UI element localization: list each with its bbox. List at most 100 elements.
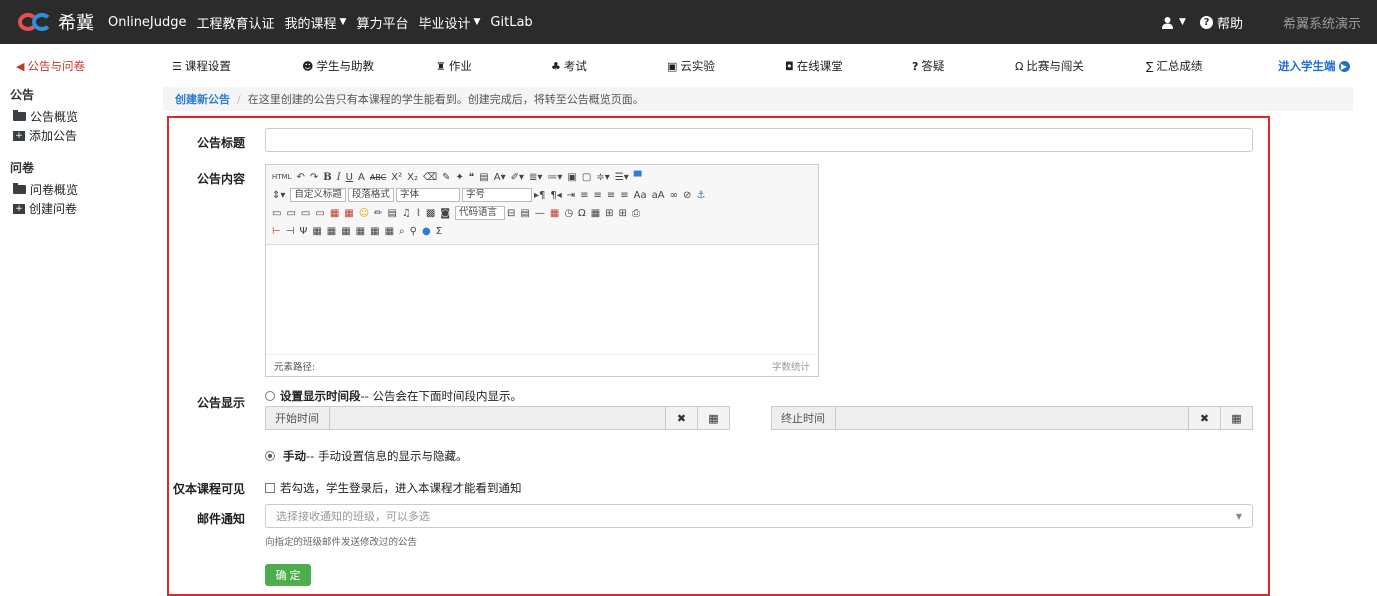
topnav-graduation-design[interactable]: 毕业设计 ▼ [418, 13, 480, 32]
user-menu[interactable]: ▼ [1161, 16, 1186, 29]
help-icon[interactable]: ● [422, 226, 431, 237]
merge-right-icon[interactable]: ▦ [312, 226, 321, 237]
unordered-list-icon[interactable]: ≔▾ [547, 172, 562, 183]
multi-image-icon[interactable]: ▦ [344, 208, 353, 219]
highlight-icon[interactable]: ✐▾ [511, 172, 524, 183]
eraser-icon[interactable]: ⌫ [423, 172, 437, 183]
link-icon[interactable]: ∞ [670, 190, 678, 201]
search-replace-icon[interactable]: ⚲ [410, 226, 417, 237]
case-lower-icon[interactable]: aA [652, 190, 665, 201]
video-icon[interactable]: ▤ [388, 208, 397, 219]
split-cols-icon[interactable]: ▦ [385, 226, 394, 237]
background-icon[interactable]: ▤ [520, 208, 529, 219]
ltr-icon[interactable]: ▸¶ [534, 190, 545, 201]
split-rows-icon[interactable]: ▦ [370, 226, 379, 237]
emoji-icon[interactable]: ☺ [359, 208, 369, 219]
start-time-clear-button[interactable]: ✖ [665, 407, 697, 429]
music-icon[interactable]: ♫ [402, 208, 411, 219]
undo-icon[interactable]: ↶ [296, 172, 304, 183]
insert-cell-before-icon[interactable]: ⊢ [272, 226, 281, 237]
scrawl-icon[interactable]: ✏ [374, 208, 382, 219]
help-link[interactable]: ? 帮助 [1199, 13, 1243, 32]
subscript-icon[interactable]: X₂ [407, 172, 418, 183]
sidebar-item-add-announcement[interactable]: + 添加公告 [0, 126, 140, 145]
title-input[interactable] [265, 128, 1253, 152]
image-right-icon[interactable]: ▭ [301, 208, 310, 219]
border-icon[interactable]: A [358, 172, 365, 183]
formula-icon[interactable]: Σ [436, 226, 442, 237]
horizontal-rule-icon[interactable]: — [535, 208, 545, 219]
tab-students-assistants[interactable]: ☻ 学生与助教 [302, 58, 374, 74]
preview-icon[interactable]: ⌕ [399, 226, 405, 237]
rtl-icon[interactable]: ¶◂ [550, 190, 561, 201]
merge-down-icon[interactable]: ▦ [327, 226, 336, 237]
tab-exam[interactable]: ♣ 考试 [551, 58, 587, 74]
tab-course-settings[interactable]: ☰ 课程设置 [172, 58, 231, 74]
paragraph-spacing-icon[interactable]: ⇕▾ [272, 190, 285, 201]
justify-icon[interactable]: ≡ [620, 190, 628, 201]
split-cell-icon[interactable]: Ψ [299, 226, 307, 237]
tab-contests[interactable]: Ω 比赛与闯关 [1015, 58, 1084, 74]
line-height-icon[interactable]: ☰▾ [615, 172, 629, 183]
demo-link[interactable]: 希翼系统演示 [1283, 13, 1361, 32]
tab-online-class[interactable]: ◘ 在线课堂 [785, 58, 843, 74]
display-period-option[interactable]: 设置显示时间段 -- 公告会在下面时间段内显示。 [265, 388, 522, 404]
course-only-checkbox[interactable] [265, 483, 275, 493]
topnav-engineering-cert[interactable]: 工程教育认证 [197, 13, 275, 32]
font-size-select[interactable]: 字号 [461, 188, 532, 202]
html-source-icon[interactable]: HTML [272, 173, 291, 181]
strikethrough-icon[interactable]: ABC [370, 173, 386, 182]
fullscreen-icon[interactable]: ▀ [634, 172, 642, 183]
display-manual-option[interactable]: 手动 -- 手动设置信息的显示与隐藏。 [265, 448, 467, 464]
tab-qa[interactable]: ? 答疑 [912, 58, 944, 74]
map-icon[interactable]: ▩ [426, 208, 435, 219]
bold-icon[interactable]: B [323, 172, 331, 183]
topnav-compute-platform[interactable]: 算力平台 [356, 13, 408, 32]
align-right-icon[interactable]: ≡ [607, 190, 615, 201]
tab-announcements[interactable]: ◀ 公告与问卷 [16, 58, 85, 74]
radio-manual[interactable] [265, 451, 275, 461]
row-spacing-icon[interactable]: ≑▾ [596, 172, 609, 183]
paste-icon[interactable]: ▤ [479, 172, 488, 183]
case-upper-icon[interactable]: Aa [634, 190, 647, 201]
superscript-icon[interactable]: X² [391, 172, 402, 183]
clear-doc-icon[interactable]: ▢ [582, 172, 591, 183]
delete-row-icon[interactable]: ▦ [341, 226, 350, 237]
underline-icon[interactable]: U [346, 172, 353, 183]
logo[interactable]: 希冀 [18, 9, 94, 35]
code-language-select[interactable]: 代码语言 [455, 206, 506, 220]
special-chars-icon[interactable]: Ω [578, 208, 586, 219]
format-brush-icon[interactable]: ✎ [442, 172, 450, 183]
print-icon[interactable]: ⎙ [632, 208, 640, 219]
email-class-select[interactable]: 选择接收通知的班级，可以多选 ▼ [265, 504, 1253, 528]
end-time-picker-button[interactable]: ▦ [1220, 407, 1252, 429]
start-time-picker-button[interactable]: ▦ [697, 407, 729, 429]
indent-icon[interactable]: ⇥ [567, 190, 575, 201]
delete-col-icon[interactable]: ▦ [356, 226, 365, 237]
align-left-icon[interactable]: ≡ [580, 190, 588, 201]
course-only-option[interactable]: 若勾选，学生登录后，进入本课程才能看到通知 [265, 480, 522, 496]
attachment-icon[interactable]: ⌇ [416, 208, 421, 219]
insert-row-icon[interactable]: ⊞ [605, 208, 613, 219]
unlink-icon[interactable]: ⊘ [683, 190, 691, 201]
font-select[interactable]: 字体 [395, 188, 460, 202]
tab-homework[interactable]: ♜ 作业 [436, 58, 472, 74]
italic-icon[interactable]: I [337, 172, 341, 183]
topnav-gitlab[interactable]: GitLab [490, 13, 532, 32]
tab-grades[interactable]: ∑ 汇总成绩 [1146, 58, 1202, 74]
table-icon[interactable]: ▦ [591, 208, 600, 219]
breadcrumb-link[interactable]: 创建新公告 [175, 91, 230, 107]
topnav-my-courses[interactable]: 我的课程 ▼ [285, 13, 347, 32]
submit-button[interactable]: 确 定 [265, 564, 311, 586]
start-time-input[interactable] [330, 407, 665, 429]
image-icon[interactable]: ▦ [330, 208, 339, 219]
end-time-input[interactable] [836, 407, 1188, 429]
ordered-list-icon[interactable]: ≣▾ [529, 172, 542, 183]
template-icon[interactable]: ⊟ [507, 208, 515, 219]
date-icon[interactable]: ▦ [550, 208, 559, 219]
end-time-clear-button[interactable]: ✖ [1188, 407, 1220, 429]
radio-period[interactable] [265, 391, 275, 401]
gmap-icon[interactable]: ◙ [440, 208, 450, 219]
redo-icon[interactable]: ↷ [310, 172, 318, 183]
sidebar-item-create-survey[interactable]: + 创建问卷 [0, 199, 140, 218]
